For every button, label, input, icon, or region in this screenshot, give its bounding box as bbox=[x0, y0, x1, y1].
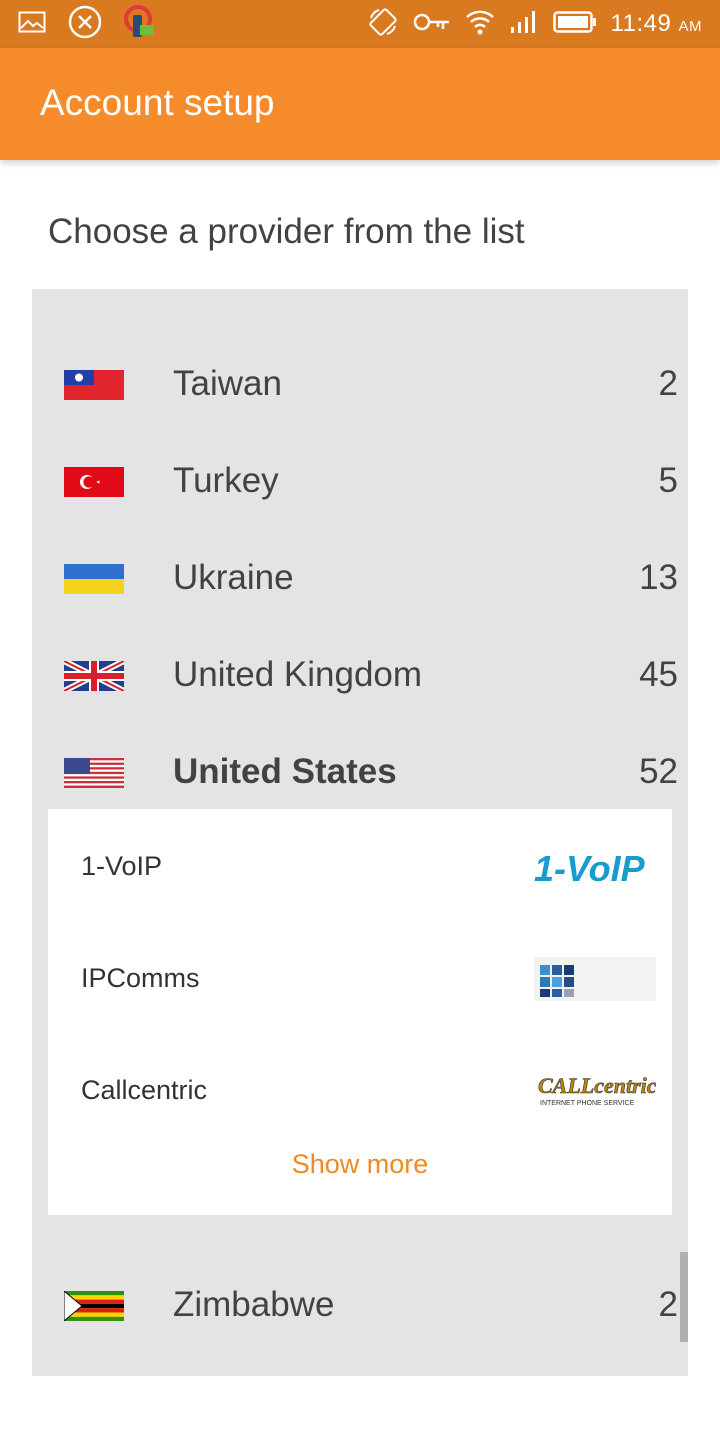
country-row-taiwan[interactable]: Taiwan 2 bbox=[32, 336, 688, 433]
page-title: Account setup bbox=[40, 82, 275, 123]
status-bar-left bbox=[18, 4, 156, 44]
taiwan-flag-icon bbox=[64, 370, 124, 400]
country-name: Zimbabwe bbox=[173, 1285, 335, 1324]
provider-name: 1-VoIP bbox=[81, 851, 163, 881]
key-icon bbox=[413, 11, 451, 38]
country-list[interactable]: Taiwan 2 Turkey 5 Ukraine 13 United King… bbox=[32, 289, 688, 1376]
uk-flag-icon bbox=[64, 661, 124, 691]
instructions-text: Choose a provider from the list bbox=[48, 212, 525, 251]
app-bar: Account setup bbox=[0, 48, 720, 160]
1-voip-logo-icon: 1-VoIP bbox=[534, 845, 656, 889]
svg-text:1-VoIP: 1-VoIP bbox=[534, 848, 646, 889]
provider-name: IPComms bbox=[81, 963, 200, 993]
ukraine-flag-icon bbox=[64, 564, 124, 594]
country-row-zimbabwe[interactable]: Zimbabwe 2 bbox=[32, 1257, 688, 1354]
country-row-turkey[interactable]: Turkey 5 bbox=[32, 433, 688, 530]
battery-icon bbox=[552, 10, 597, 39]
provider-count: 2 bbox=[658, 364, 678, 403]
country-name: Ukraine bbox=[173, 558, 294, 597]
show-more-button[interactable]: Show more bbox=[48, 1149, 672, 1180]
country-name: United States bbox=[173, 752, 397, 791]
country-name: United Kingdom bbox=[173, 655, 423, 694]
provider-row-ipcomms[interactable]: IPComms bbox=[48, 921, 672, 1033]
svg-text:CALLcentric: CALLcentric bbox=[538, 1073, 656, 1098]
status-bar: 11:49 AM bbox=[0, 0, 720, 48]
provider-row-1-voip[interactable]: 1-VoIP 1-VoIP bbox=[48, 809, 672, 921]
rotate-icon bbox=[367, 6, 399, 43]
svg-text:INTERNET PHONE SERVICE: INTERNET PHONE SERVICE bbox=[540, 1100, 635, 1107]
provider-row-callcentric[interactable]: Callcentric CALLcentric INTERNET PHONE S… bbox=[48, 1033, 672, 1145]
country-name: Turkey bbox=[173, 461, 279, 500]
close-circle-icon bbox=[68, 5, 102, 44]
provider-count: 13 bbox=[639, 558, 678, 597]
scrollbar[interactable] bbox=[680, 1252, 688, 1342]
provider-count: 52 bbox=[639, 752, 678, 791]
country-row-ukraine[interactable]: Ukraine 13 bbox=[32, 530, 688, 627]
callcentric-logo-icon: CALLcentric INTERNET PHONE SERVICE bbox=[534, 1069, 657, 1113]
wifi-icon bbox=[465, 7, 495, 42]
country-row-united-states[interactable]: United States 52 bbox=[32, 724, 688, 821]
signal-icon bbox=[509, 9, 539, 40]
provider-count: 45 bbox=[639, 655, 678, 694]
provider-count: 2 bbox=[658, 1285, 678, 1324]
vpn-key-app-icon bbox=[124, 4, 156, 44]
us-flag-icon bbox=[64, 758, 124, 788]
status-time: 11:49 AM bbox=[610, 10, 702, 37]
country-row-united-kingdom[interactable]: United Kingdom 45 bbox=[32, 627, 688, 724]
zimbabwe-flag-icon bbox=[64, 1291, 124, 1321]
turkey-flag-icon bbox=[64, 467, 124, 497]
country-name: Taiwan bbox=[173, 364, 282, 403]
provider-card: 1-VoIP 1-VoIP IPComms Callcentric CALLce… bbox=[48, 809, 672, 1215]
status-bar-right: 11:49 AM bbox=[367, 6, 702, 42]
provider-name: Callcentric bbox=[81, 1075, 208, 1105]
gallery-icon bbox=[18, 11, 46, 38]
ipcomms-logo-icon bbox=[534, 957, 656, 1001]
provider-count: 5 bbox=[658, 461, 678, 500]
